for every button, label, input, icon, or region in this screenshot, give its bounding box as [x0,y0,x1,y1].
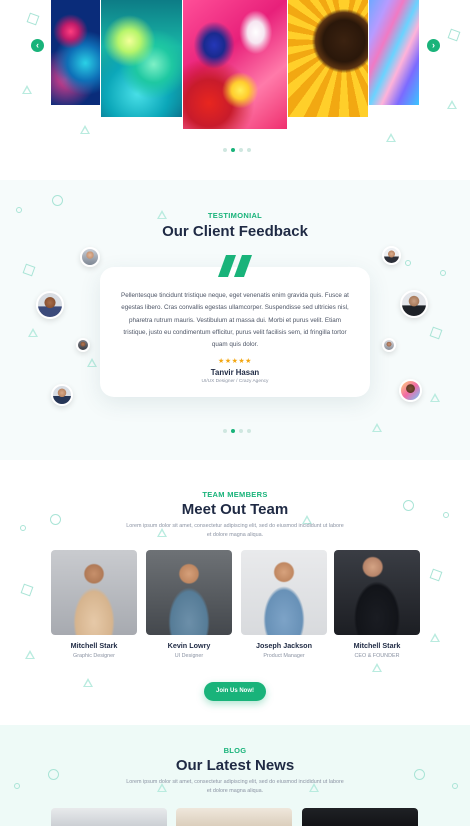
join-us-button[interactable]: Join Us Now! [204,682,266,701]
blog-kicker: BLOG [223,746,247,755]
pagination-dot[interactable] [247,429,251,433]
gallery-pagination [223,148,251,152]
client-avatar[interactable] [400,290,428,318]
reviewer-name: Tanvir Hasan [210,368,260,377]
gallery-next-button[interactable]: › [427,39,440,52]
decor-triangle [386,133,396,142]
team-member-name: Mitchell Stark [70,641,118,650]
team-member-photo [334,550,420,635]
testimonial-title: Our Client Feedback [162,223,308,240]
team-member-photo [241,550,327,635]
testimonial-text: Pellentesque tincidunt tristique neque, … [121,292,349,349]
decor-triangle [430,633,440,642]
pagination-dot-active[interactable] [231,429,235,433]
team-member-name: Mitchell Stark [353,641,401,650]
decor-circle [20,525,26,531]
decor-circle [405,260,411,266]
decor-circle [14,783,20,789]
team-member-card[interactable]: Kevin Lowry UI Designer [146,550,232,659]
chevron-left-icon: ‹ [36,40,39,50]
chevron-right-icon: › [432,40,435,50]
team-member-card[interactable]: Mitchell Stark Graphic Designer [51,550,137,659]
decor-square [447,28,461,42]
team-member-card[interactable]: Mitchell Stark CEO & FOUNDER [334,550,420,659]
decor-triangle [80,125,90,134]
slide-abstract-pink-paint[interactable] [183,0,287,129]
testimonial-kicker: TESTIMONIAL [207,211,263,220]
slide-abstract-blue-ink[interactable] [51,0,100,105]
client-avatar[interactable] [51,384,73,406]
decor-square [26,12,40,26]
pagination-dot-active[interactable] [231,148,235,152]
blog-title: Our Latest News [175,757,295,774]
team-member-role: Graphic Designer [73,653,115,659]
team-member-role: UI Designer [174,653,204,659]
decor-triangle [83,678,93,687]
pagination-dot[interactable] [239,148,243,152]
team-member-name: Kevin Lowry [167,641,211,650]
team-member-role: CEO & FOUNDER [354,653,400,659]
decor-triangle [430,393,440,402]
decor-triangle [22,85,32,94]
team-title: Meet Out Team [181,501,289,518]
blog-post-thumbnail[interactable] [51,808,167,826]
decor-triangle [28,328,38,337]
pagination-dot[interactable] [247,148,251,152]
client-avatar[interactable] [382,338,396,352]
team-member-role: Product Manager [263,653,305,659]
star-rating: ★★★★★ [218,358,252,365]
gallery-section: ‹ › [0,0,470,180]
team-kicker: TEAM MEMBERS [202,490,268,499]
decor-square [429,568,443,582]
client-avatar[interactable] [76,338,90,352]
decor-circle [452,783,458,789]
blog-subtitle: Lorem ipsum dolor sit amet, consectetur … [126,779,344,794]
pagination-dot[interactable] [239,429,243,433]
client-avatar[interactable] [80,247,100,267]
blog-section: BLOG Our Latest News Lorem ipsum dolor s… [0,725,470,826]
gallery-prev-button[interactable]: ‹ [31,39,44,52]
team-member-name: Joseph Jackson [256,641,312,650]
blog-post-thumbnail[interactable] [302,808,418,826]
decor-square [429,326,443,340]
decor-circle [52,195,63,206]
decor-triangle [87,358,97,367]
team-section: TEAM MEMBERS Meet Out Team Lorem ipsum d… [0,460,470,725]
quote-icon [218,255,252,277]
decor-triangle [372,423,382,432]
decor-square [22,263,36,277]
decor-triangle [25,650,35,659]
slide-abstract-teal-smoke[interactable] [101,0,182,117]
decor-circle [440,270,446,276]
pagination-dot[interactable] [223,429,227,433]
blog-post-thumbnail[interactable] [176,808,292,826]
reviewer-role: UI/UX Designer / Crazy Agency [201,379,269,384]
client-avatar[interactable] [399,379,422,402]
pagination-dot[interactable] [223,148,227,152]
decor-triangle [372,663,382,672]
slide-abstract-purple-marble[interactable] [369,0,419,105]
team-member-photo [51,550,137,635]
team-member-card[interactable]: Joseph Jackson Product Manager [241,550,327,659]
client-avatar[interactable] [382,246,401,265]
testimonial-card: Pellentesque tincidunt tristique neque, … [100,255,370,397]
decor-square [20,583,34,597]
testimonial-section: TESTIMONIAL Our Client Feedback Pellente… [0,180,470,460]
testimonial-pagination [223,429,251,433]
decor-triangle [447,100,457,109]
slide-sunflower-closeup[interactable] [288,0,368,117]
client-avatar[interactable] [36,291,64,319]
team-subtitle: Lorem ipsum dolor sit amet, consectetur … [126,523,344,538]
team-member-photo [146,550,232,635]
